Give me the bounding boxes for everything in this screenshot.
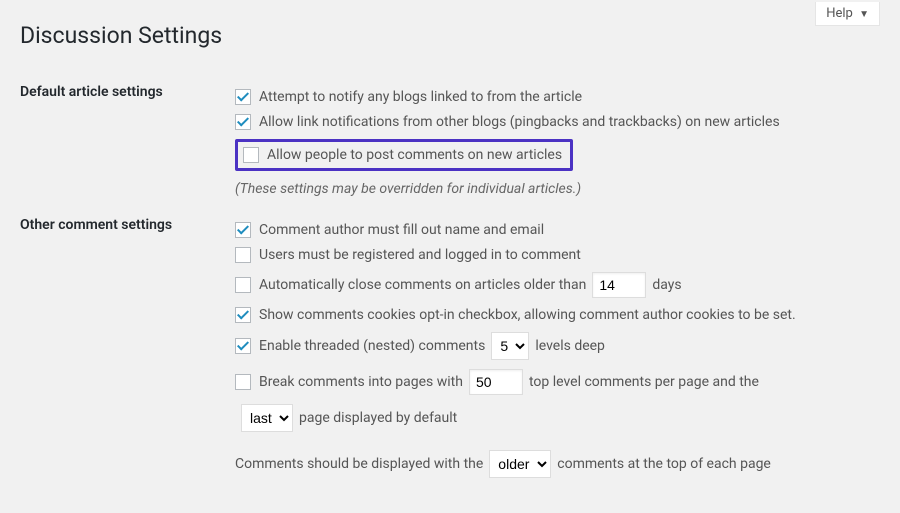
help-label: Help [826, 6, 853, 21]
label-notify-blogs: Attempt to notify any blogs linked to fr… [259, 89, 582, 105]
label-threaded-a: Enable threaded (nested) comments [259, 338, 485, 354]
checkbox-auto-close[interactable] [235, 277, 251, 293]
label-require-name-email: Comment author must fill out name and em… [259, 222, 544, 238]
note-override: (These settings may be overridden for in… [235, 181, 870, 197]
checkbox-allow-pingbacks[interactable] [235, 114, 251, 130]
help-tab[interactable]: Help ▼ [815, 2, 880, 26]
label-allow-pingbacks: Allow link notifications from other blog… [259, 114, 780, 130]
label-allow-comments: Allow people to post comments on new art… [267, 147, 562, 163]
input-close-days[interactable] [592, 272, 646, 298]
page-title: Discussion Settings [20, 22, 880, 49]
checkbox-paginate[interactable] [235, 374, 251, 390]
checkbox-notify-blogs[interactable] [235, 89, 251, 105]
select-thread-depth[interactable]: 5 [491, 332, 529, 360]
highlight-allow-comments: Allow people to post comments on new art… [235, 139, 573, 171]
checkbox-threaded[interactable] [235, 338, 251, 354]
checkbox-require-registration[interactable] [235, 247, 251, 263]
label-paginate-b: top level comments per page and the [529, 374, 759, 390]
checkbox-allow-comments[interactable] [243, 147, 259, 163]
label-threaded-b: levels deep [535, 338, 605, 354]
label-auto-close-b: days [652, 277, 681, 293]
label-default-page: page displayed by default [299, 410, 457, 426]
label-paginate-a: Break comments into pages with [259, 374, 463, 390]
label-require-registration: Users must be registered and logged in t… [259, 247, 581, 263]
input-per-page[interactable] [469, 369, 523, 395]
checkbox-cookies-optin[interactable] [235, 307, 251, 323]
select-comment-order[interactable]: older [489, 450, 551, 478]
label-order-a: Comments should be displayed with the [235, 456, 483, 472]
select-default-page[interactable]: last [241, 404, 293, 432]
section-default-article-settings: Default article settings [20, 74, 235, 207]
label-auto-close-a: Automatically close comments on articles… [259, 277, 586, 293]
section-other-comment-settings: Other comment settings [20, 207, 235, 497]
label-cookies-optin: Show comments cookies opt-in checkbox, a… [259, 307, 796, 323]
chevron-down-icon: ▼ [859, 9, 869, 20]
label-order-b: comments at the top of each page [557, 456, 771, 472]
checkbox-require-name-email[interactable] [235, 222, 251, 238]
